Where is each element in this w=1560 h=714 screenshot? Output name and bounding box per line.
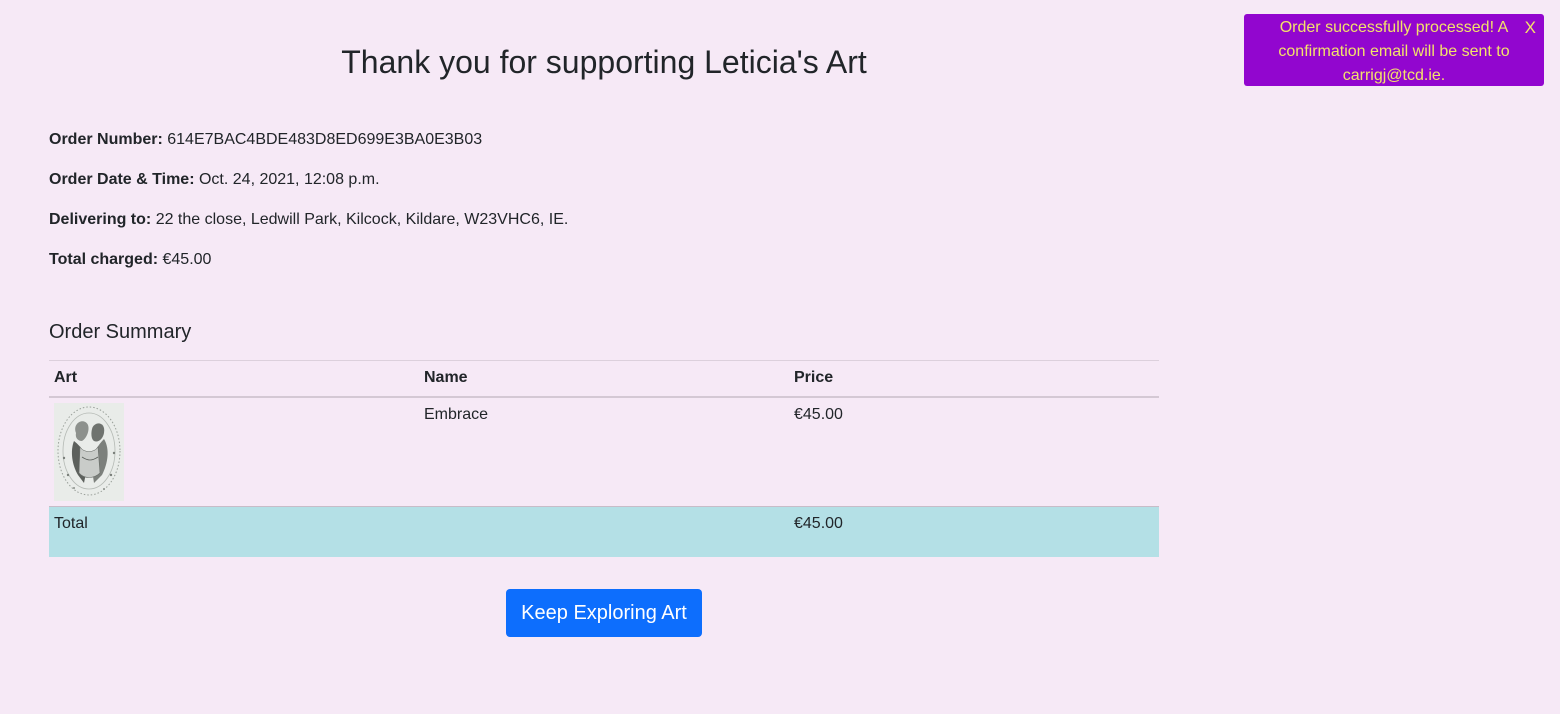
column-header-name: Name bbox=[419, 360, 789, 398]
total-charged: Total charged: €45.00 bbox=[49, 249, 211, 271]
page-title: Thank you for supporting Leticia's Art bbox=[341, 44, 867, 80]
total-row: Total €45.00 bbox=[49, 506, 1159, 557]
order-number-label: Order Number: bbox=[49, 131, 163, 148]
column-header-art: Art bbox=[49, 360, 419, 398]
order-date-value: Oct. 24, 2021, 12:08 p.m. bbox=[198, 171, 380, 188]
keep-exploring-button[interactable]: Keep Exploring Art bbox=[506, 589, 702, 637]
item-price: €45.00 bbox=[789, 396, 1159, 507]
order-number: Order Number: 614E7BAC4BDE483D8ED699E3BA… bbox=[49, 129, 482, 151]
toast-close-button[interactable]: X bbox=[1525, 16, 1536, 40]
order-date: Order Date & Time: Oct. 24, 2021, 12:08 … bbox=[49, 169, 380, 191]
total-row-value: €45.00 bbox=[794, 515, 843, 532]
order-summary-table: Art Name Price Embrace €45.00 Total €45.… bbox=[49, 360, 1159, 557]
total-row-empty bbox=[419, 507, 789, 557]
table-header-row: Art Name Price bbox=[49, 360, 1159, 398]
total-charged-value: €45.00 bbox=[162, 251, 212, 268]
item-name: Embrace bbox=[419, 396, 789, 507]
delivery-value: 22 the close, Ledwill Park, Kilcock, Kil… bbox=[155, 211, 569, 228]
success-toast: Order successfully processed! A confirma… bbox=[1244, 14, 1544, 86]
total-row-label: Total bbox=[54, 515, 88, 532]
total-charged-label: Total charged: bbox=[49, 251, 159, 268]
table-row: Embrace €45.00 bbox=[49, 396, 1159, 507]
order-date-label: Order Date & Time: bbox=[49, 171, 195, 188]
order-number-value: 614E7BAC4BDE483D8ED699E3BA0E3B03 bbox=[167, 131, 483, 148]
delivery-label: Delivering to: bbox=[49, 211, 152, 228]
art-thumbnail-embrace[interactable] bbox=[54, 402, 124, 501]
column-header-price: Price bbox=[789, 360, 1159, 398]
order-summary-heading: Order Summary bbox=[49, 321, 192, 343]
toast-message: Order successfully processed! A confirma… bbox=[1278, 19, 1510, 84]
delivery-address: Delivering to: 22 the close, Ledwill Par… bbox=[49, 209, 568, 231]
art-cell bbox=[49, 396, 419, 507]
